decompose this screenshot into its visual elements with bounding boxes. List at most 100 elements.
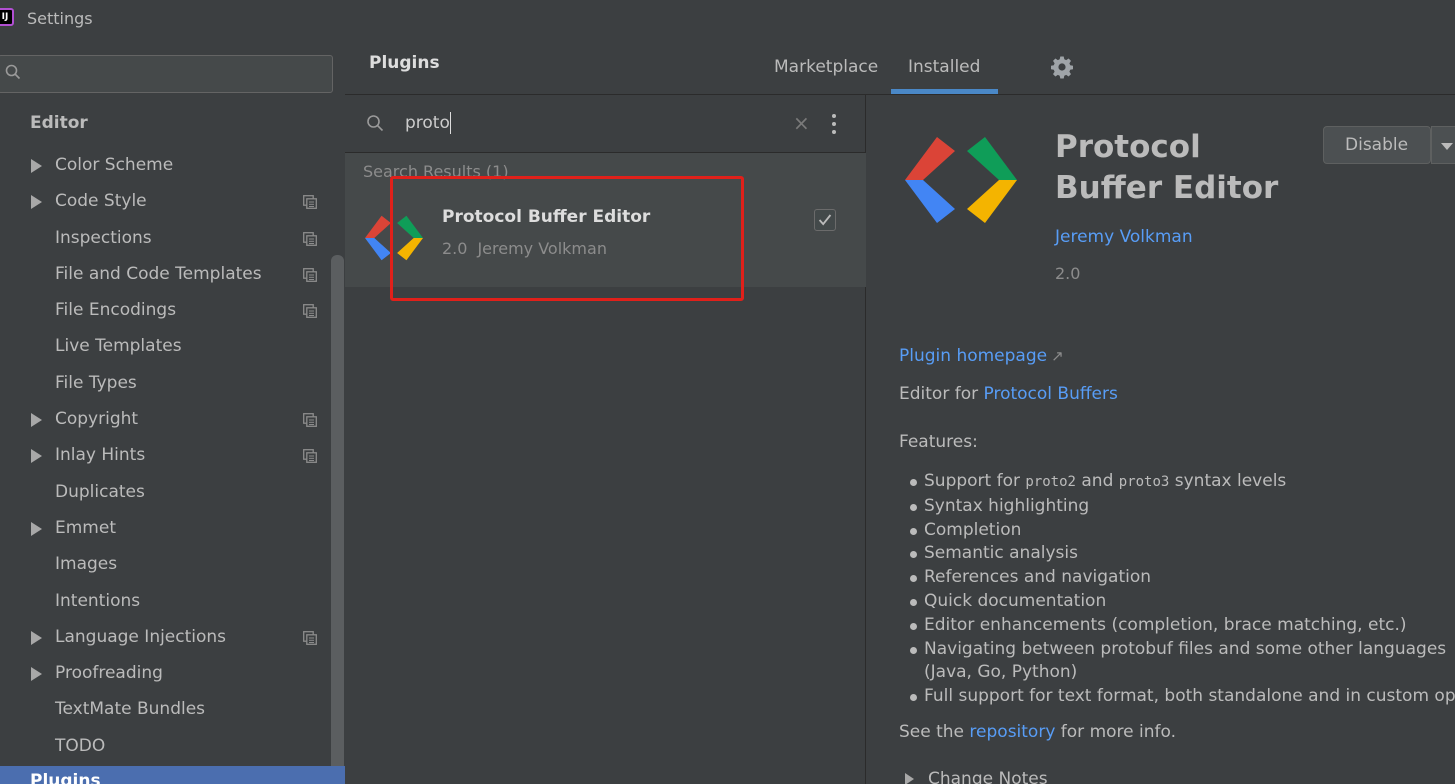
sidebar-item-color-scheme[interactable]: Color Scheme (0, 148, 330, 184)
plugin-row-protocol-buffer-editor[interactable]: Protocol Buffer Editor 2.0 Jeremy Volkman (345, 189, 866, 287)
chevron-right-icon[interactable] (31, 521, 42, 536)
sidebar-item-language-injections[interactable]: Language Injections (0, 620, 330, 656)
page-title: Plugins (369, 53, 440, 73)
plugin-search-bar[interactable]: proto × (345, 95, 866, 153)
sidebar-item-label: Emmet (55, 517, 116, 538)
search-results-header: Search Results (1) (345, 153, 866, 189)
sidebar-item-label: Intentions (55, 590, 141, 611)
settings-search-box[interactable] (0, 55, 333, 93)
sidebar-item-live-templates[interactable]: Live Templates (0, 329, 330, 365)
external-link-icon: ↗ (1051, 347, 1064, 365)
change-notes-label: Change Notes (928, 769, 1048, 784)
disable-button[interactable]: Disable (1323, 126, 1431, 164)
project-settings-icon (303, 449, 317, 464)
sidebar-item-label: Copyright (55, 409, 139, 430)
settings-search-input[interactable] (35, 62, 315, 86)
tab-installed[interactable]: Installed (908, 57, 980, 77)
sidebar-scrollbar[interactable] (331, 255, 344, 784)
repository-link[interactable]: repository (969, 722, 1055, 742)
plugin-detail-panel: Protocol Buffer Editor Disable Jeremy Vo… (867, 95, 1455, 784)
sidebar-item-images[interactable]: Images (0, 547, 330, 583)
title-bar: IJ Settings (0, 0, 1455, 40)
active-tab-indicator (891, 89, 998, 94)
disable-dropdown-button[interactable] (1431, 126, 1455, 164)
sidebar-item-file-encodings[interactable]: File Encodings (0, 293, 330, 329)
tab-marketplace[interactable]: Marketplace (774, 57, 878, 77)
sidebar-item-label: Duplicates (55, 481, 145, 502)
project-settings-icon (303, 267, 317, 282)
feature-item: Support for proto2 and proto3 syntax lev… (907, 470, 1455, 495)
plugin-list-panel: proto × Search Results (1) Protocol Buff… (345, 95, 866, 784)
plugin-version: 2.0 (442, 239, 468, 258)
plugin-enabled-checkbox[interactable] (814, 209, 836, 231)
project-settings-icon (303, 630, 317, 645)
sidebar-item-proofreading[interactable]: Proofreading (0, 656, 330, 692)
intellij-app-icon: IJ (0, 8, 14, 26)
checkmark-icon (818, 214, 832, 226)
feature-item: Editor enhancements (completion, brace m… (907, 614, 1455, 638)
chevron-right-icon[interactable] (31, 159, 42, 173)
feature-item: Quick documentation (907, 590, 1455, 614)
sidebar-list: Color Scheme Code Style Inspections File an… (0, 148, 330, 765)
sidebar-item-emmet[interactable]: Emmet (0, 511, 330, 547)
text-caret (450, 112, 451, 134)
sidebar-item-label: Inlay Hints (55, 445, 146, 466)
feature-item: Full support for text format, both stand… (907, 685, 1455, 709)
more-options-icon[interactable] (831, 113, 837, 135)
plugin-author-link[interactable]: Jeremy Volkman (1055, 227, 1193, 247)
sidebar-item-inlay-hints[interactable]: Inlay Hints (0, 438, 330, 474)
gear-icon[interactable] (1050, 55, 1074, 79)
plugin-search-input[interactable]: proto (405, 113, 450, 133)
feature-item: References and navigation (907, 566, 1455, 590)
project-settings-icon (303, 304, 317, 319)
sidebar-item-label: File Types (55, 372, 137, 393)
chevron-right-icon[interactable] (31, 667, 42, 682)
chevron-right-icon[interactable] (31, 630, 42, 645)
sidebar-item-todo[interactable]: TODO (0, 729, 330, 765)
features-heading: Features: (899, 432, 978, 452)
plugin-homepage-label[interactable]: Plugin homepage (899, 346, 1047, 366)
project-settings-icon (303, 413, 317, 428)
sidebar-item-label: Language Injections (55, 626, 227, 647)
sidebar-item-plugins[interactable]: Plugins (0, 766, 345, 784)
project-settings-icon (303, 195, 317, 210)
settings-sidebar: Editor Color Scheme Code Style Inspections… (0, 40, 345, 784)
sidebar-item-file-types[interactable]: File Types (0, 366, 330, 402)
plugin-detail-title: Protocol Buffer Editor (1055, 129, 1279, 206)
sidebar-item-duplicates[interactable]: Duplicates (0, 475, 330, 511)
plugin-author: Jeremy Volkman (477, 239, 607, 258)
plugins-header: Plugins Marketplace Installed (345, 40, 1455, 95)
description-text: Editor for (899, 384, 984, 404)
sidebar-item-inspections[interactable]: Inspections (0, 221, 330, 257)
feature-item: Navigating between protobuf files and so… (907, 638, 1455, 662)
plugin-description: Editor for Protocol Buffers (899, 384, 1118, 404)
change-notes-toggle[interactable]: Change Notes (905, 769, 1048, 784)
chevron-right-icon[interactable] (31, 449, 42, 464)
search-icon (367, 115, 384, 132)
plugin-homepage-link[interactable]: Plugin homepage ↗ (899, 346, 1064, 366)
sidebar-item-label: Live Templates (55, 336, 182, 357)
sidebar-item-label: File and Code Templates (55, 263, 262, 284)
sidebar-item-textmate-bundles[interactable]: TextMate Bundles (0, 692, 330, 728)
protobuf-logo-icon (905, 137, 1017, 223)
sidebar-item-label: Color Scheme (55, 155, 174, 175)
sidebar-section-editor[interactable]: Editor (30, 113, 88, 133)
sidebar-item-intentions[interactable]: Intentions (0, 584, 330, 620)
see-repository-text: See the repository for more info. (899, 722, 1177, 742)
chevron-right-icon[interactable] (31, 195, 42, 210)
chevron-right-icon[interactable] (31, 413, 42, 428)
sidebar-item-code-style[interactable]: Code Style (0, 184, 330, 220)
chevron-right-icon (905, 773, 914, 784)
plugin-meta: 2.0 Jeremy Volkman (442, 239, 607, 258)
search-results-count: Search Results (1) (363, 162, 509, 181)
sidebar-item-file-and-code-templates[interactable]: File and Code Templates (0, 257, 330, 293)
project-settings-icon (303, 231, 317, 246)
sidebar-item-copyright[interactable]: Copyright (0, 402, 330, 438)
features-list: Support for proto2 and proto3 syntax lev… (907, 470, 1455, 709)
feature-item: (Java, Go, Python) (924, 662, 1078, 683)
protocol-buffers-link[interactable]: Protocol Buffers (984, 384, 1118, 404)
search-icon (5, 64, 21, 80)
chevron-down-icon (1441, 143, 1453, 150)
close-icon[interactable]: × (793, 111, 810, 135)
sidebar-item-label: Code Style (55, 191, 147, 212)
